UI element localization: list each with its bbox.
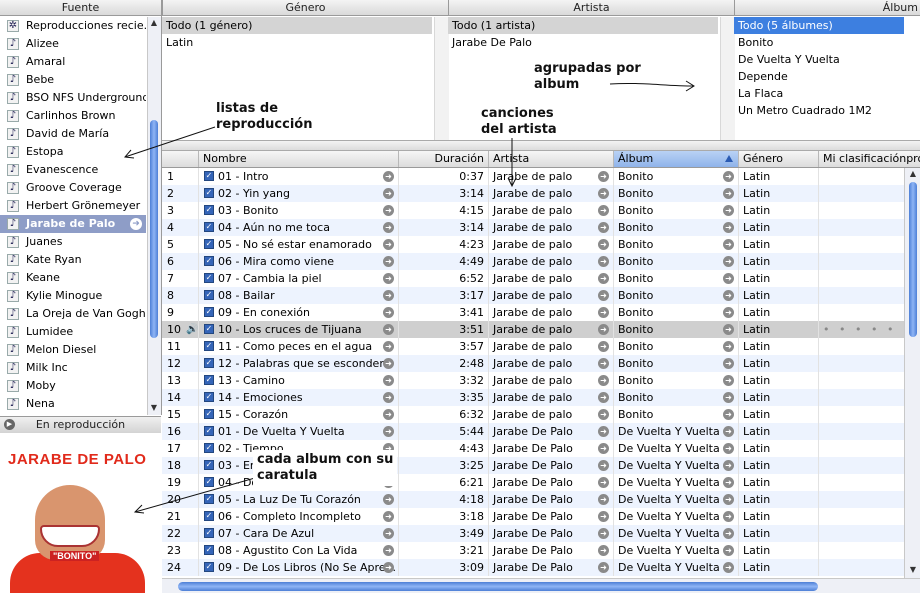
annotation-songs: canciones del artista <box>481 106 557 137</box>
annotation-cover: cada album con su caratula <box>253 450 398 486</box>
annotation-arrows <box>124 80 695 514</box>
arrow-cover-head <box>133 504 145 514</box>
arrow-cover <box>134 477 256 513</box>
arrow-playlists <box>124 126 216 158</box>
annotation-playlists: listas de reproducción <box>216 101 313 132</box>
annotation-grouped: agrupadas por album <box>534 61 641 92</box>
